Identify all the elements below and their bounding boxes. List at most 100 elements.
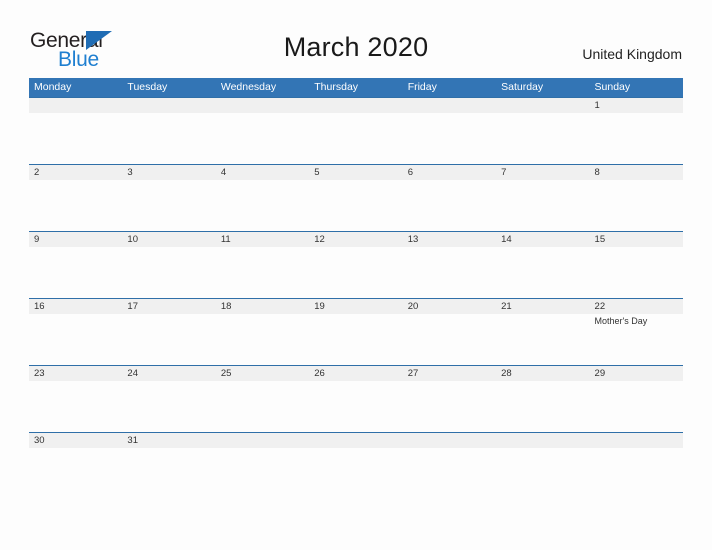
day-cell-number[interactable]: 21 [496,299,589,314]
day-cell-event [216,381,309,431]
day-cell-event [29,180,122,230]
day-cell-event [122,113,215,163]
week-daynumber-band: 30 31 [29,433,683,448]
day-cell-event [216,113,309,163]
weekday-header-monday: Monday [34,81,72,93]
day-cell-number[interactable]: 17 [122,299,215,314]
day-cell-event [496,314,589,364]
day-cell-number[interactable]: 3 [122,165,215,180]
day-cell-number[interactable] [216,98,309,113]
day-cell-number[interactable]: 22 [590,299,683,314]
day-cell-number[interactable]: 26 [309,366,402,381]
day-cell-event [29,314,122,364]
week-daynumber-band: 9 10 11 12 13 14 15 [29,232,683,247]
day-cell-event [309,247,402,297]
day-cell-number[interactable] [309,98,402,113]
weekday-header-thursday: Thursday [314,81,359,93]
day-cell-event [122,247,215,297]
day-cell-number[interactable]: 7 [496,165,589,180]
day-cell-number[interactable]: 8 [590,165,683,180]
week-row: 23 24 25 26 27 28 29 [29,365,683,432]
country-label: United Kingdom [582,46,682,62]
day-cell-number[interactable]: 30 [29,433,122,448]
day-cell-event [122,314,215,364]
day-cell-number[interactable]: 1 [590,98,683,113]
day-cell-number[interactable]: 9 [29,232,122,247]
weekday-header-sunday: Sunday [594,81,631,93]
day-cell-event [122,180,215,230]
week-event-band [29,113,683,163]
day-cell-number[interactable]: 10 [122,232,215,247]
day-cell-number[interactable]: 29 [590,366,683,381]
day-cell-number[interactable] [496,98,589,113]
day-cell-number[interactable] [29,98,122,113]
day-cell-number[interactable]: 13 [403,232,496,247]
week-event-band [29,381,683,431]
day-cell-event [496,113,589,163]
page-header: General Blue March 2020 United Kingdom [0,0,712,78]
weekday-header-wednesday: Wednesday [220,81,277,93]
day-cell-number[interactable]: 24 [122,366,215,381]
day-cell-event [590,113,683,163]
week-row: 30 31 [29,432,683,499]
day-cell-number[interactable]: 28 [496,366,589,381]
day-cell-event [122,448,215,498]
week-daynumber-band: 23 24 25 26 27 28 29 [29,366,683,381]
day-cell-event-mothers-day: Mother's Day [594,316,648,326]
day-cell-number[interactable]: 18 [216,299,309,314]
day-cell-number[interactable]: 4 [216,165,309,180]
day-cell-number[interactable] [122,98,215,113]
day-cell-number[interactable]: 23 [29,366,122,381]
day-cell-number[interactable]: 6 [403,165,496,180]
day-cell-number[interactable]: 15 [590,232,683,247]
week-daynumber-band: 1 [29,98,683,113]
day-cell-event [590,448,683,498]
day-cell-event [122,381,215,431]
week-event-band [29,180,683,230]
calendar-grid: Monday Tuesday Wednesday Thursday Friday… [29,78,683,499]
day-cell-event [403,448,496,498]
day-cell-event [309,448,402,498]
day-cell-number[interactable] [309,433,402,448]
day-cell-number[interactable] [590,433,683,448]
day-cell-number[interactable]: 12 [309,232,402,247]
day-cell-event [29,381,122,431]
week-event-band: Mother's Day [29,314,683,364]
week-row: 16 17 18 19 20 21 22 Mother's Day [29,298,683,365]
day-cell-number[interactable] [216,433,309,448]
day-cell-event [590,180,683,230]
day-cell-event [29,247,122,297]
weekday-header-tuesday: Tuesday [127,81,168,93]
day-cell-number[interactable]: 27 [403,366,496,381]
day-cell-event [496,180,589,230]
week-row: 1 [29,97,683,164]
day-cell-event [309,381,402,431]
day-cell-event [309,180,402,230]
day-cell-event [29,448,122,498]
weekday-header-row: Monday Tuesday Wednesday Thursday Friday… [29,78,683,97]
day-cell-event [496,381,589,431]
day-cell-number[interactable] [403,433,496,448]
weekday-header-friday: Friday [407,81,437,93]
day-cell-number[interactable] [496,433,589,448]
day-cell-number[interactable]: 5 [309,165,402,180]
day-cell-event [496,247,589,297]
week-daynumber-band: 16 17 18 19 20 21 22 [29,299,683,314]
week-event-band [29,247,683,297]
day-cell-number[interactable]: 16 [29,299,122,314]
day-cell-number[interactable]: 14 [496,232,589,247]
day-cell-number[interactable]: 19 [309,299,402,314]
day-cell-event [216,448,309,498]
day-cell-event [590,381,683,431]
day-cell-number[interactable]: 31 [122,433,215,448]
day-cell-event [403,381,496,431]
day-cell-event [29,113,122,163]
day-cell-number[interactable] [403,98,496,113]
day-cell-number[interactable]: 11 [216,232,309,247]
day-cell-event [403,247,496,297]
day-cell-number[interactable]: 20 [403,299,496,314]
day-cell-event [216,314,309,364]
day-cell-number[interactable]: 25 [216,366,309,381]
week-row: 9 10 11 12 13 14 15 [29,231,683,298]
day-cell-number[interactable]: 2 [29,165,122,180]
